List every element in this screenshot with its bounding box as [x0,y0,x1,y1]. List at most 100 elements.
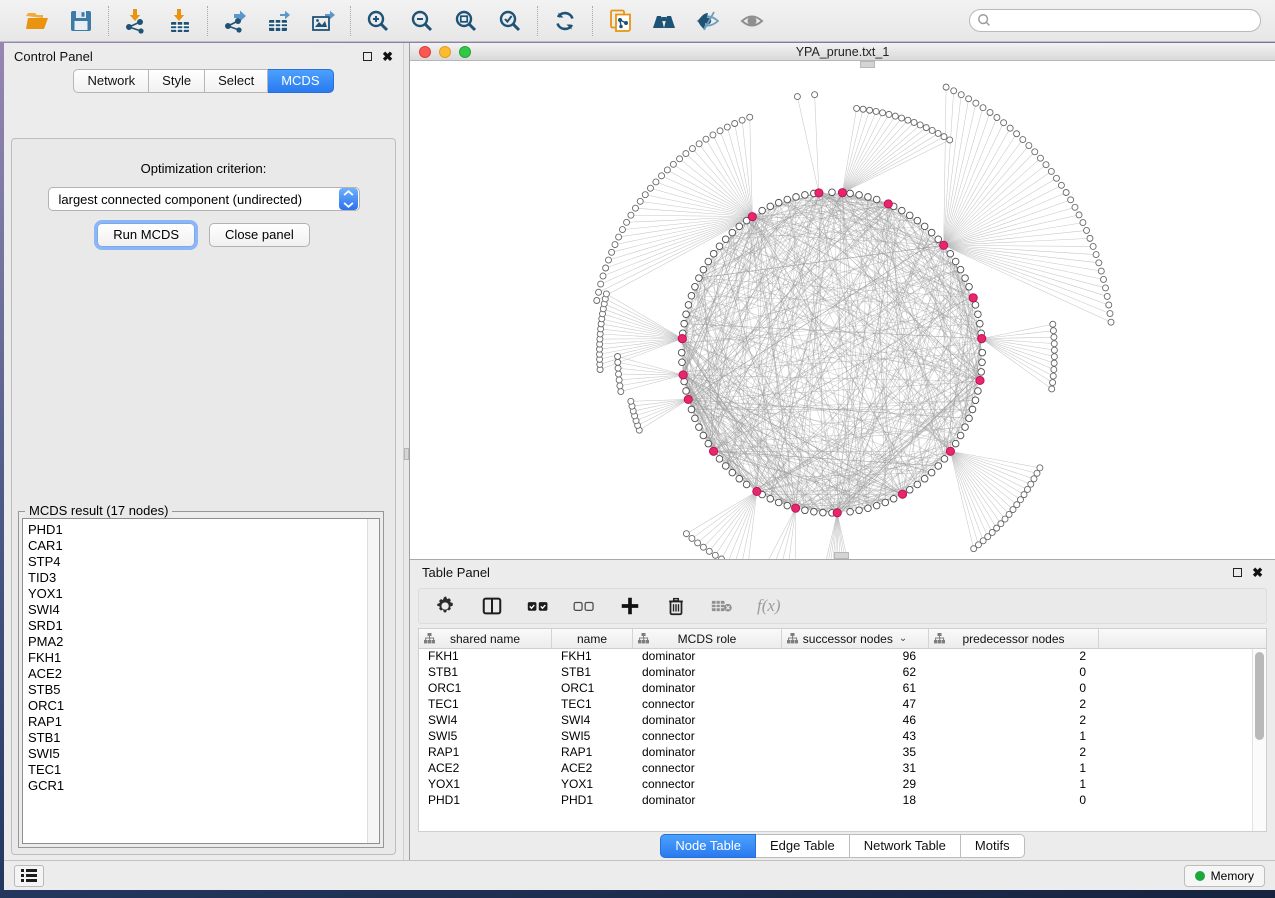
network-node[interactable] [962,424,969,431]
network-node[interactable] [1093,252,1099,258]
mcds-node[interactable] [898,490,906,498]
network-node[interactable] [624,219,630,225]
mcds-result-item[interactable]: TID3 [28,570,379,586]
mcds-result-item[interactable]: CAR1 [28,538,379,554]
network-node[interactable] [941,134,947,140]
network-node[interactable] [975,388,982,395]
network-node[interactable] [1050,321,1056,327]
network-node[interactable] [703,136,709,142]
network-node[interactable] [615,359,621,365]
float-table-panel-icon[interactable] [1233,568,1242,577]
tab-select[interactable]: Select [205,69,268,93]
network-node[interactable] [911,119,917,125]
delete-icon[interactable] [665,594,687,618]
network-node[interactable] [1037,155,1043,161]
network-node[interactable] [1043,162,1049,168]
network-node[interactable] [628,212,634,218]
mcds-node[interactable] [753,487,761,495]
refresh-icon[interactable] [551,7,579,35]
network-node[interactable] [653,179,659,185]
binoculars-icon[interactable] [650,7,678,35]
network-node[interactable] [732,120,738,126]
network-node[interactable] [794,94,800,100]
network-node[interactable] [1080,220,1086,226]
network-node[interactable] [683,151,689,157]
network-node[interactable] [1020,137,1026,143]
network-node[interactable] [677,156,683,162]
network-node[interactable] [1076,212,1082,218]
network-node[interactable] [958,92,964,98]
network-node[interactable] [759,207,766,214]
network-node[interactable] [1087,235,1093,241]
network-node[interactable] [994,114,1000,120]
network-node[interactable] [928,469,935,476]
network-node[interactable] [637,198,643,204]
column-header-MCDS-role[interactable]: MCDS role [633,629,782,648]
network-node[interactable] [696,424,703,431]
network-node[interactable] [880,110,886,116]
network-node[interactable] [1051,354,1057,360]
network-node[interactable] [659,173,665,179]
network-node[interactable] [829,189,836,196]
network-node[interactable] [705,440,712,447]
network-node[interactable] [979,359,986,366]
mcds-node[interactable] [884,200,892,208]
network-node[interactable] [1049,386,1055,392]
criterion-dropdown[interactable]: largest connected component (undirected) [48,187,360,211]
network-node[interactable] [979,349,986,356]
network-node[interactable] [802,507,809,514]
network-node[interactable] [700,266,707,273]
network-node[interactable] [1063,189,1069,195]
table-scrollbar[interactable] [1252,649,1266,831]
table-row[interactable]: PHD1PHD1dominator180 [419,793,1252,809]
mcds-node[interactable] [969,294,977,302]
network-node[interactable] [972,302,979,309]
network-node[interactable] [793,194,800,201]
mcds-result-item[interactable]: SWI5 [28,746,379,762]
network-node[interactable] [957,432,964,439]
network-node[interactable] [739,117,745,123]
network-node[interactable] [706,548,712,554]
mcds-node[interactable] [684,395,692,403]
network-node[interactable] [596,289,602,295]
splitter-grip-top[interactable] [860,61,875,68]
network-node[interactable] [1096,260,1102,266]
network-node[interactable] [802,192,809,199]
network-node[interactable] [616,371,622,377]
tab-mcds[interactable]: MCDS [268,69,333,93]
network-node[interactable] [710,250,717,257]
import-table-icon[interactable] [166,7,194,35]
network-node[interactable] [820,509,827,516]
network-node[interactable] [679,359,686,366]
network-node[interactable] [873,108,879,114]
network-node[interactable] [1107,311,1113,317]
network-node[interactable] [632,205,638,211]
zoom-fit-icon[interactable] [452,7,480,35]
mcds-node[interactable] [815,189,823,197]
table-row[interactable]: TEC1TEC1connector472 [419,697,1252,713]
network-node[interactable] [971,546,977,552]
network-node[interactable] [647,185,653,191]
network-node[interactable] [689,535,695,541]
table-row[interactable]: YOX1YOX1connector291 [419,777,1252,793]
network-node[interactable] [899,207,906,214]
network-node[interactable] [1058,182,1064,188]
table-row[interactable]: SWI4SWI4dominator462 [419,713,1252,729]
network-node[interactable] [603,291,609,297]
network-node[interactable] [962,275,969,282]
network-node[interactable] [747,114,753,120]
network-node[interactable] [692,415,699,422]
network-node[interactable] [847,508,854,515]
network-node[interactable] [914,217,921,224]
network-node[interactable] [628,398,634,404]
network-node[interactable] [899,115,905,121]
network-node[interactable] [975,311,982,318]
network-node[interactable] [952,440,959,447]
close-table-panel-icon[interactable]: ✖ [1252,568,1263,577]
network-node[interactable] [1051,347,1057,353]
network-node[interactable] [603,265,609,271]
tab-network[interactable]: Network [73,69,149,93]
network-node[interactable] [784,502,791,509]
network-node[interactable] [1032,149,1038,155]
table-row[interactable]: RAP1RAP1dominator352 [419,745,1252,761]
